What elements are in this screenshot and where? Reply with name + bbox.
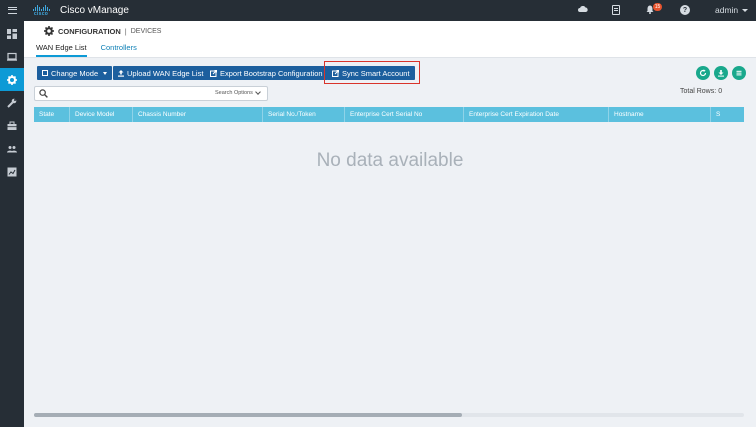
monitor-icon [7,52,17,61]
table-settings-button[interactable] [732,66,746,80]
user-name: admin [715,5,739,15]
total-rows-count: 0 [718,88,723,95]
upload-wan-edge-list-button[interactable]: Upload WAN Edge List [113,66,209,80]
scrollbar-thumb[interactable] [34,413,462,417]
column-header-s[interactable]: S [711,107,744,122]
list-icon [736,70,742,76]
search-options-dropdown[interactable]: Search Options [215,89,261,96]
column-header-serial-no-token[interactable]: Serial No./Token [263,107,345,122]
menu-icon [7,7,17,14]
refresh-button[interactable] [696,66,710,80]
breadcrumb: CONFIGURATION | DEVICES [44,26,161,36]
external-link-icon [210,69,217,77]
total-rows-label: Total Rows: [680,88,717,95]
search-input[interactable] [51,88,241,99]
sidebar [0,21,24,427]
dashboard-icon [7,28,17,39]
download-icon [718,70,724,77]
document-icon[interactable] [612,5,620,15]
sidebar-item-tools[interactable] [0,91,24,114]
upload-icon [118,69,124,77]
app-title: Cisco vManage [60,5,129,16]
horizontal-scrollbar[interactable] [34,413,744,417]
top-bar: cisco Cisco vManage [0,0,756,21]
column-header-device-model[interactable]: Device Model [70,107,133,122]
gear-icon [7,74,17,85]
column-header-chassis-number[interactable]: Chassis Number [133,107,263,122]
tab-bar: WAN Edge List Controllers [36,43,137,57]
column-header-enterprise-cert-expiration-date[interactable]: Enterprise Cert Expiration Date [464,107,609,122]
menu-toggle-button[interactable] [0,0,24,21]
toolbox-icon [7,121,17,130]
search-box: Search Options [34,86,268,101]
chevron-down-icon [103,71,108,75]
sidebar-item-monitor[interactable] [0,45,24,68]
highlight-annotation [324,61,420,84]
notification-badge: 15 [653,3,662,11]
wrench-icon [7,98,17,108]
column-header-hostname[interactable]: Hostname [609,107,711,122]
empty-table-message: No data available [316,150,464,171]
chevron-down-icon [742,8,749,12]
user-menu[interactable]: admin [715,5,749,15]
upload-label: Upload WAN Edge List [127,68,204,78]
download-button[interactable] [714,66,728,80]
sidebar-item-configuration[interactable] [0,68,24,91]
mode-icon [42,70,48,76]
gear-icon [44,26,54,36]
tab-wan-edge-list[interactable]: WAN Edge List [36,43,87,57]
column-header-enterprise-cert-serial-no[interactable]: Enterprise Cert Serial No [345,107,464,122]
change-mode-label: Change Mode [51,68,99,78]
breadcrumb-separator: | [124,26,127,36]
help-icon[interactable]: ? [680,5,690,15]
export-bootstrap-configuration-button[interactable]: Export Bootstrap Configuration [205,66,328,80]
search-options-label: Search Options [215,90,253,96]
column-header-state[interactable]: State [34,107,70,122]
breadcrumb-page: DEVICES [130,27,162,35]
export-label: Export Bootstrap Configuration [220,68,323,78]
search-icon [39,89,48,98]
breadcrumb-section: CONFIGURATION [58,26,121,36]
cloud-icon[interactable] [578,6,588,12]
sidebar-item-dashboard[interactable] [0,22,24,45]
table-header: State Device Model Chassis Number Serial… [34,107,744,122]
tab-controllers[interactable]: Controllers [101,43,137,57]
logo-text: cisco [33,10,49,17]
total-rows: Total Rows: 0 [680,88,722,95]
chevron-down-icon [255,89,261,95]
cisco-logo: cisco [30,4,52,17]
page-header: CONFIGURATION | DEVICES WAN Edge List Co… [24,21,756,58]
change-mode-button[interactable]: Change Mode [37,66,113,80]
sidebar-item-maintenance[interactable] [0,114,24,137]
refresh-icon [699,69,707,77]
